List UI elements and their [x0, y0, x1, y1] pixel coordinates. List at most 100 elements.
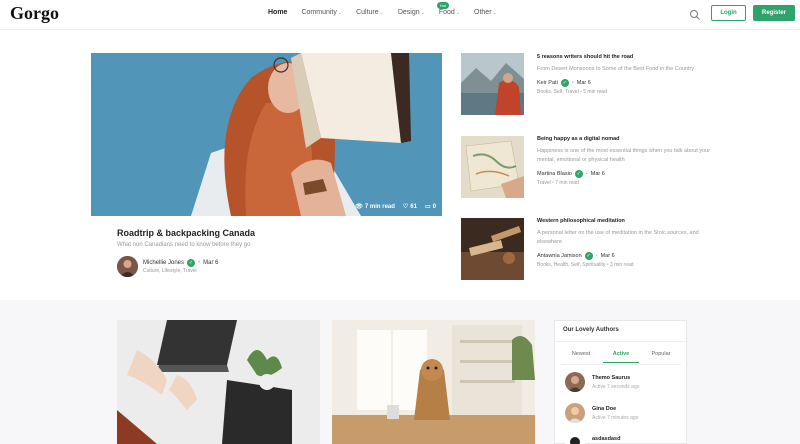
- separator: •: [585, 171, 588, 177]
- verified-icon: ✓: [574, 170, 583, 178]
- register-button[interactable]: Register: [753, 5, 795, 21]
- post-date: Mar 6: [600, 253, 615, 259]
- comments-count[interactable]: ▭ 0: [425, 203, 436, 210]
- author-status: Active 7 seconds ago: [592, 384, 640, 390]
- author-list-item[interactable]: Themo Saurus Active 7 seconds ago: [565, 372, 683, 394]
- likes-count[interactable]: ♡ 61: [403, 203, 417, 210]
- author-status: Active 7 minutes ago: [592, 415, 639, 421]
- author-name[interactable]: Michellie Jones: [143, 260, 184, 266]
- author-name[interactable]: Antawnia Jamison: [537, 253, 582, 259]
- divider: [555, 341, 688, 342]
- nav-food[interactable]: Hot Food⌄: [436, 2, 461, 16]
- separator: •: [606, 262, 609, 268]
- comments-value: 0: [432, 204, 436, 210]
- chevron-down-icon: ⌄: [455, 10, 461, 16]
- nav-design[interactable]: Design⌄: [398, 9, 425, 16]
- hot-badge: Hot: [436, 2, 450, 9]
- avatar[interactable]: [565, 403, 585, 423]
- article-title[interactable]: Western philosophical meditation: [537, 218, 625, 224]
- tags-value[interactable]: Travel: [537, 180, 551, 186]
- article-card-image[interactable]: [117, 320, 320, 444]
- read-time: 👁 7 min read: [355, 203, 395, 210]
- article-card-image[interactable]: [332, 320, 535, 444]
- read-time: 3 min read: [609, 262, 634, 268]
- author-name[interactable]: Keir Pati: [537, 80, 558, 86]
- read-time: 5 min read: [583, 89, 607, 95]
- comment-icon: ▭: [424, 204, 431, 210]
- tab-active[interactable]: Active: [603, 351, 639, 363]
- tags-value[interactable]: Books, Health, Self, Spirituality: [537, 262, 605, 268]
- eye-icon: 👁: [355, 204, 363, 210]
- nav-home[interactable]: Home: [268, 9, 287, 16]
- article-tags: Books, Health, Self, Spirituality • 3 mi…: [537, 262, 634, 268]
- heart-icon: ♡: [402, 204, 409, 210]
- article-thumb[interactable]: [461, 53, 524, 115]
- article-title[interactable]: Being happy as a digital nomad: [537, 136, 620, 142]
- nav-label: Food: [438, 9, 455, 16]
- chevron-down-icon: ⌄: [420, 10, 425, 16]
- authors-tabs: Newest Active Popular: [561, 351, 681, 363]
- site-logo[interactable]: Gorgo: [10, 3, 59, 24]
- hero-subtitle: What non Canadians need to know before t…: [117, 242, 251, 248]
- chevron-down-icon: ⌄: [492, 10, 497, 16]
- hero-stats: 👁 7 min read ♡ 61 ▭ 0: [355, 203, 436, 210]
- article-author-line: Antawnia Jamison ✓ • Mar 6: [537, 252, 615, 260]
- tab-popular[interactable]: Popular: [643, 351, 679, 363]
- avatar[interactable]: [565, 372, 585, 392]
- nav-label: Culture: [356, 9, 379, 16]
- author-name[interactable]: Themo Saurus: [592, 375, 630, 381]
- verified-icon: ✓: [560, 79, 569, 87]
- hero-author-line: Michellie Jones ✓ • Mar 6: [143, 259, 218, 267]
- article-thumb[interactable]: [461, 136, 524, 198]
- nav-community[interactable]: Community⌄: [301, 9, 342, 16]
- search-icon[interactable]: [689, 9, 701, 21]
- hero-tags[interactable]: Culture, Lifestyle, Travel: [143, 268, 197, 274]
- separator: •: [580, 89, 582, 95]
- avatar[interactable]: [565, 433, 585, 444]
- main-nav: Home Community⌄ Culture⌄ Design⌄ Hot Food…: [268, 2, 497, 16]
- author-name[interactable]: Martina Blasio: [537, 171, 572, 177]
- login-button[interactable]: Login: [711, 5, 746, 21]
- article-tags: Books, Self, Travel • 5 min read: [537, 89, 607, 95]
- read-time-value: 7 min read: [364, 204, 395, 210]
- chevron-down-icon: ⌄: [379, 10, 384, 16]
- separator: •: [198, 260, 201, 266]
- verified-icon: ✓: [187, 259, 196, 267]
- post-date: Mar 6: [576, 80, 591, 86]
- article-author-line: Martina Blasio ✓ • Mar 6: [537, 170, 605, 178]
- nav-other[interactable]: Other⌄: [474, 9, 497, 16]
- tags-value[interactable]: Books, Self, Travel: [537, 89, 579, 95]
- article-desc: From Desert Monsoons to Some of the Best…: [537, 66, 695, 72]
- nav-culture[interactable]: Culture⌄: [356, 9, 384, 16]
- separator: •: [552, 180, 554, 186]
- nav-label: Community: [301, 9, 337, 16]
- article-tags: Travel • 7 min read: [537, 180, 579, 186]
- author-name[interactable]: Gina Doe: [592, 406, 616, 412]
- nav-label: Home: [268, 9, 288, 16]
- article-author-line: Keir Pati ✓ • Mar 6: [537, 79, 591, 87]
- top-header: Gorgo Home Community⌄ Culture⌄ Design⌄ H…: [0, 0, 800, 30]
- authors-widget: Our Lovely Authors Newest Active Popular…: [554, 320, 688, 444]
- avatar[interactable]: [117, 256, 138, 277]
- article-desc: Happiness is one of the most essential t…: [537, 148, 711, 163]
- article-thumb[interactable]: [461, 218, 524, 280]
- post-date: Mar 6: [590, 171, 605, 177]
- read-time: 7 min read: [555, 180, 579, 186]
- article-title[interactable]: 5 reasons writers should hit the road: [537, 54, 633, 60]
- post-date: Mar 6: [203, 260, 219, 266]
- author-name[interactable]: asdasdasd: [592, 436, 620, 442]
- likes-value: 61: [410, 204, 417, 210]
- hero-title[interactable]: Roadtrip & backpacking Canada: [117, 228, 255, 238]
- nav-label: Other: [474, 9, 492, 16]
- author-list-item[interactable]: Gina Doe Active 7 minutes ago: [565, 403, 683, 425]
- hero-image[interactable]: 👁 7 min read ♡ 61 ▭ 0: [91, 53, 442, 216]
- author-list-item[interactable]: asdasdasd: [565, 433, 683, 444]
- divider: [561, 364, 681, 365]
- chevron-down-icon: ⌄: [337, 10, 343, 16]
- nav-label: Design: [397, 9, 420, 16]
- verified-icon: ✓: [584, 252, 593, 260]
- separator: •: [571, 80, 574, 86]
- article-desc: A personal letter on the use of meditati…: [537, 230, 699, 245]
- tab-newest[interactable]: Newest: [563, 351, 599, 363]
- hero-photo: [91, 53, 442, 216]
